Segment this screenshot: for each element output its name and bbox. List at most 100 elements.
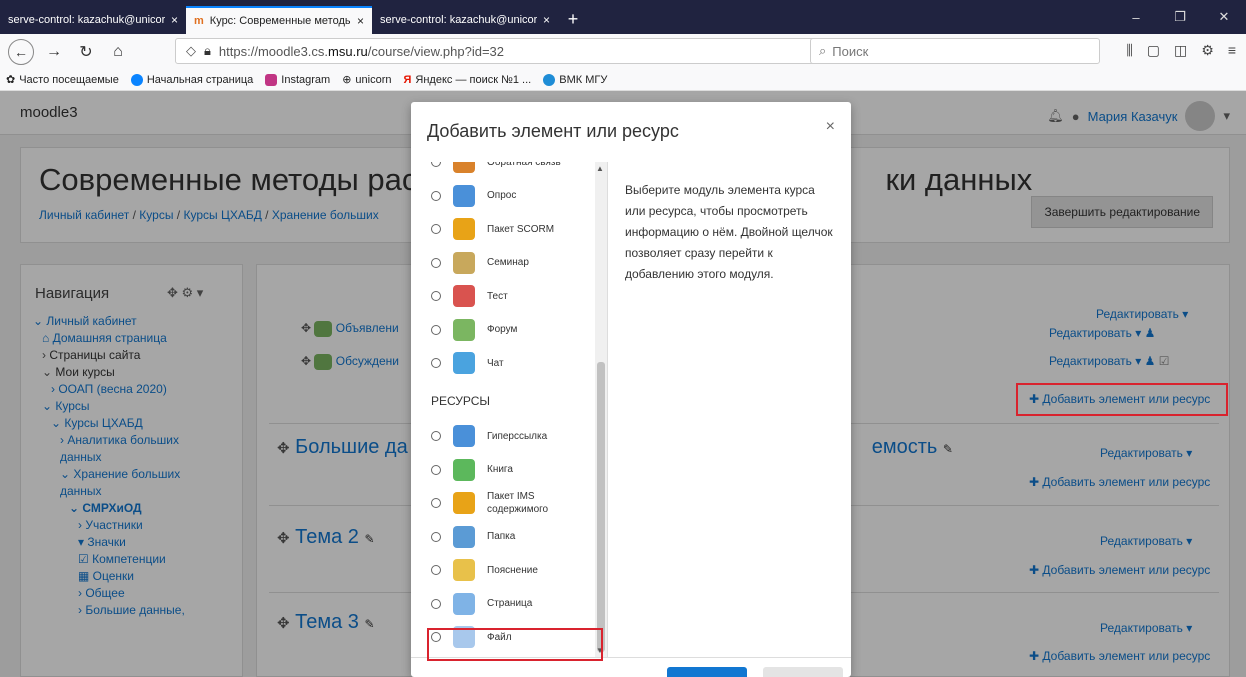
url-prefix: https://moodle3.cs. (218, 43, 329, 59)
module-icon (453, 525, 475, 548)
module-option[interactable]: Гиперссылка (431, 425, 548, 447)
new-tab-button[interactable]: + (558, 6, 588, 34)
module-option[interactable]: Тест (431, 285, 508, 307)
browser-tab-3[interactable]: serve-control: kazachuk@unicorn.e × (372, 6, 558, 34)
radio-button[interactable] (431, 162, 441, 167)
lock-icon[interactable]: 🔒︎ (204, 43, 211, 59)
radio-button[interactable] (431, 291, 441, 301)
bookmarks-toolbar: ✿ Часто посещаемые Начальная страница Ins… (0, 69, 1246, 91)
module-icon (453, 218, 475, 240)
module-option[interactable]: Форум (431, 318, 517, 341)
module-label: Пакет IMS содержимого (487, 491, 549, 515)
forward-icon[interactable]: → (42, 43, 66, 61)
module-option[interactable]: Папка (431, 525, 515, 548)
module-option[interactable]: Обратная связь (431, 162, 561, 173)
browser-tab-2[interactable]: m Курс: Современные методы р × (186, 6, 372, 34)
module-option[interactable]: Страница (431, 592, 533, 615)
bookmark-item[interactable]: Начальная страница (130, 73, 253, 86)
browser-tab-bar: serve-control: kazachuk@unicorn.e × m Ку… (0, 0, 1246, 34)
gear-icon: ✿ (6, 74, 16, 86)
search-icon: ⌕ (819, 43, 827, 58)
module-option[interactable]: Чат (431, 352, 504, 374)
search-input[interactable]: ⌕ Поиск (810, 38, 1100, 64)
module-label: Тест (487, 290, 508, 302)
tab-title: Курс: Современные методы р (209, 15, 351, 27)
module-label: Страница (487, 598, 533, 609)
browser-tab-1[interactable]: serve-control: kazachuk@unicorn.e × (0, 6, 186, 34)
extension-icon[interactable]: ⚙ (1201, 42, 1214, 59)
close-icon[interactable]: × (171, 13, 178, 27)
module-icon (453, 162, 475, 173)
pocket-button-icon[interactable]: ▢ (1147, 42, 1160, 59)
module-icon (453, 184, 475, 207)
module-icon (453, 251, 475, 274)
module-label: Книга (487, 464, 513, 475)
sidebar-icon[interactable]: ◫ (1174, 42, 1187, 59)
scroll-up-icon[interactable]: ▲ (596, 164, 604, 173)
module-option[interactable]: Пакет SCORM (431, 218, 555, 240)
highlight-box (1016, 383, 1228, 416)
module-label: Пакет SCORM (487, 223, 555, 235)
radio-button[interactable] (431, 565, 441, 575)
library-icon[interactable]: ⫼ (1126, 42, 1132, 59)
module-icon (453, 318, 475, 341)
module-icon (453, 492, 475, 514)
close-icon[interactable]: × (357, 14, 364, 28)
module-description: Выберите модуль элемента курса или ресур… (625, 183, 833, 281)
module-icon (453, 559, 475, 581)
module-option[interactable]: Семинар (431, 251, 529, 274)
module-icon (453, 425, 475, 447)
module-option[interactable]: Пакет IMS содержимого (431, 491, 549, 515)
bookmark-item[interactable]: ⊕ unicorn (342, 73, 391, 87)
firefox-icon (130, 73, 143, 86)
tab-title: serve-control: kazachuk@unicorn.e (380, 14, 537, 26)
radio-button[interactable] (431, 190, 441, 201)
module-icon (453, 352, 475, 374)
cancel-button[interactable] (763, 667, 843, 677)
module-option[interactable]: Опрос (431, 184, 517, 207)
bookmark-item[interactable]: ✿ Часто посещаемые (6, 73, 119, 87)
menu-icon[interactable]: ≡ (1228, 42, 1236, 59)
module-label: Семинар (487, 257, 529, 268)
scrollbar[interactable]: ▲ ▼ (595, 162, 607, 657)
minimize-icon[interactable]: – (1114, 10, 1158, 25)
browser-toolbar: ← → ↻ ⌂ ◇ 🔒︎ https://moodle3.cs.msu.ru/c… (0, 34, 1246, 69)
shield-icon[interactable]: ◇ (186, 43, 196, 59)
yandex-icon: Я (403, 73, 412, 86)
close-icon[interactable]: × (826, 118, 835, 136)
highlight-box (427, 628, 603, 661)
radio-button[interactable] (431, 531, 441, 542)
restore-icon[interactable]: ❐ (1158, 9, 1202, 25)
module-icon (453, 285, 475, 307)
radio-button[interactable] (431, 324, 441, 335)
module-label: Чат (487, 357, 504, 369)
radio-button[interactable] (431, 358, 441, 368)
module-label: Обратная связь (487, 162, 561, 168)
radio-button[interactable] (431, 224, 441, 234)
bookmark-item[interactable]: ВМК МГУ (543, 73, 607, 86)
module-label: Гиперссылка (487, 430, 548, 442)
radio-button[interactable] (431, 431, 441, 441)
module-label: Опрос (487, 190, 517, 201)
resources-heading: РЕСУРСЫ (431, 394, 491, 408)
reload-icon[interactable]: ↻ (74, 42, 98, 62)
module-list: ▲ ▼ Обратная связь Опрос Пакет SCORM Семина… (411, 162, 608, 657)
home-icon[interactable]: ⌂ (106, 43, 130, 61)
url-path: /course/view.php?id=32 (367, 43, 505, 59)
search-placeholder: Поиск (832, 43, 869, 59)
globe-icon: ⊕ (342, 74, 352, 86)
module-option[interactable]: Книга (431, 458, 513, 481)
radio-button[interactable] (431, 464, 441, 475)
module-option[interactable]: Пояснение (431, 559, 538, 581)
back-icon[interactable]: ← (8, 38, 34, 65)
close-icon[interactable]: × (543, 13, 550, 27)
module-icon (453, 592, 475, 615)
scrollbar-thumb[interactable] (597, 362, 605, 652)
close-window-icon[interactable]: ✕ (1202, 9, 1246, 25)
radio-button[interactable] (431, 498, 441, 508)
bookmark-item[interactable]: Instagram (265, 73, 330, 86)
radio-button[interactable] (431, 598, 441, 609)
add-button[interactable] (667, 667, 747, 677)
bookmark-item[interactable]: Я Яндекс — поиск №1 ... (403, 74, 531, 86)
radio-button[interactable] (431, 257, 441, 268)
